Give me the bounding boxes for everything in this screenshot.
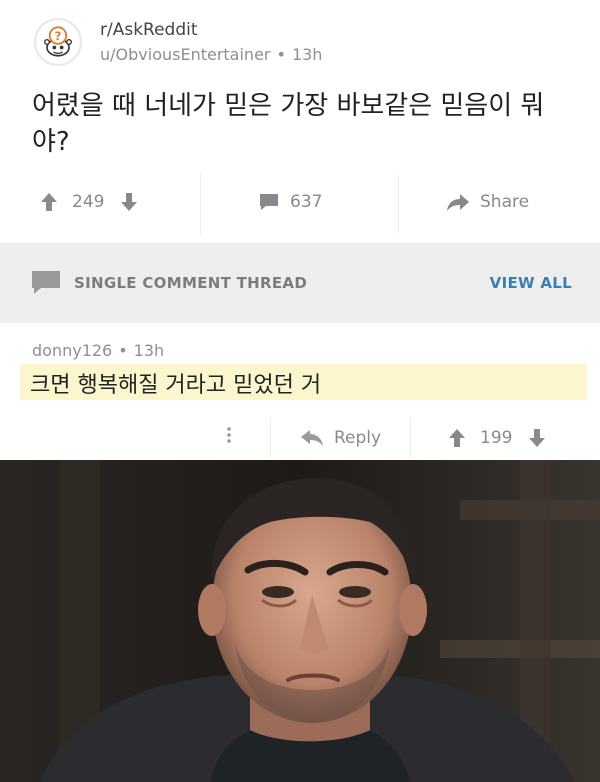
post-meta: u/ObviousEntertainer • 13h: [100, 45, 322, 64]
downvote-arrow-icon[interactable]: [120, 192, 138, 212]
action-divider: [270, 418, 271, 458]
post-age: 13h: [291, 45, 323, 64]
sad-man-illustration: [0, 460, 600, 782]
upvote-arrow-icon[interactable]: [40, 192, 58, 212]
comment-age: 13h: [133, 341, 165, 360]
post-header: ? r/AskReddit u/ObviousEntertainer • 13h: [0, 0, 600, 75]
share-label: Share: [480, 192, 530, 212]
comment-author[interactable]: donny126: [32, 341, 112, 360]
share-button[interactable]: Share: [446, 192, 529, 212]
comment-bubble-icon: [32, 271, 60, 294]
comment-vote-group: 199: [448, 428, 546, 448]
reply-label: Reply: [334, 428, 382, 448]
post-action-bar: 249 637 Share: [0, 174, 600, 234]
comment-meta: donny126 • 13h: [32, 341, 164, 360]
post-upvote-count: 249: [72, 192, 105, 212]
comment-bubble-icon: [260, 194, 278, 210]
reply-arrow-icon: [301, 430, 323, 446]
upvote-arrow-icon[interactable]: [448, 428, 466, 448]
post-title[interactable]: 어렸을 때 너네가 믿은 가장 바보같은 믿음이 뭐야?: [32, 88, 572, 160]
action-divider: [398, 174, 399, 234]
post-author[interactable]: u/ObviousEntertainer: [100, 45, 271, 64]
action-divider: [200, 174, 201, 234]
meta-separator: •: [276, 45, 286, 64]
snoo-question-avatar-icon[interactable]: ?: [34, 18, 82, 66]
action-divider: [410, 418, 411, 458]
share-arrow-icon: [447, 194, 469, 211]
comments-button[interactable]: 637: [258, 192, 322, 212]
reaction-photo: [0, 460, 600, 782]
comment-body: 크면 행복해질 거라고 믿었던 거: [30, 373, 322, 398]
svg-text:?: ?: [55, 29, 62, 43]
subreddit-name[interactable]: r/AskReddit: [100, 20, 198, 40]
view-all-button[interactable]: VIEW ALL: [490, 274, 572, 292]
vote-group: 249: [40, 192, 138, 212]
meta-separator: •: [118, 341, 128, 360]
post-comment-count: 637: [290, 192, 323, 212]
thread-label: SINGLE COMMENT THREAD: [74, 274, 308, 292]
downvote-arrow-icon[interactable]: [528, 428, 546, 448]
more-options-button[interactable]: [226, 426, 232, 444]
comment-action-bar: Reply 199: [0, 418, 600, 458]
comment-score: 199: [480, 428, 513, 448]
more-dots-icon: [227, 427, 231, 443]
comment-body-highlight: 크면 행복해질 거라고 믿었던 거: [20, 364, 587, 400]
reply-button[interactable]: Reply: [300, 428, 381, 448]
single-comment-thread-bar: SINGLE COMMENT THREAD VIEW ALL: [0, 243, 600, 323]
